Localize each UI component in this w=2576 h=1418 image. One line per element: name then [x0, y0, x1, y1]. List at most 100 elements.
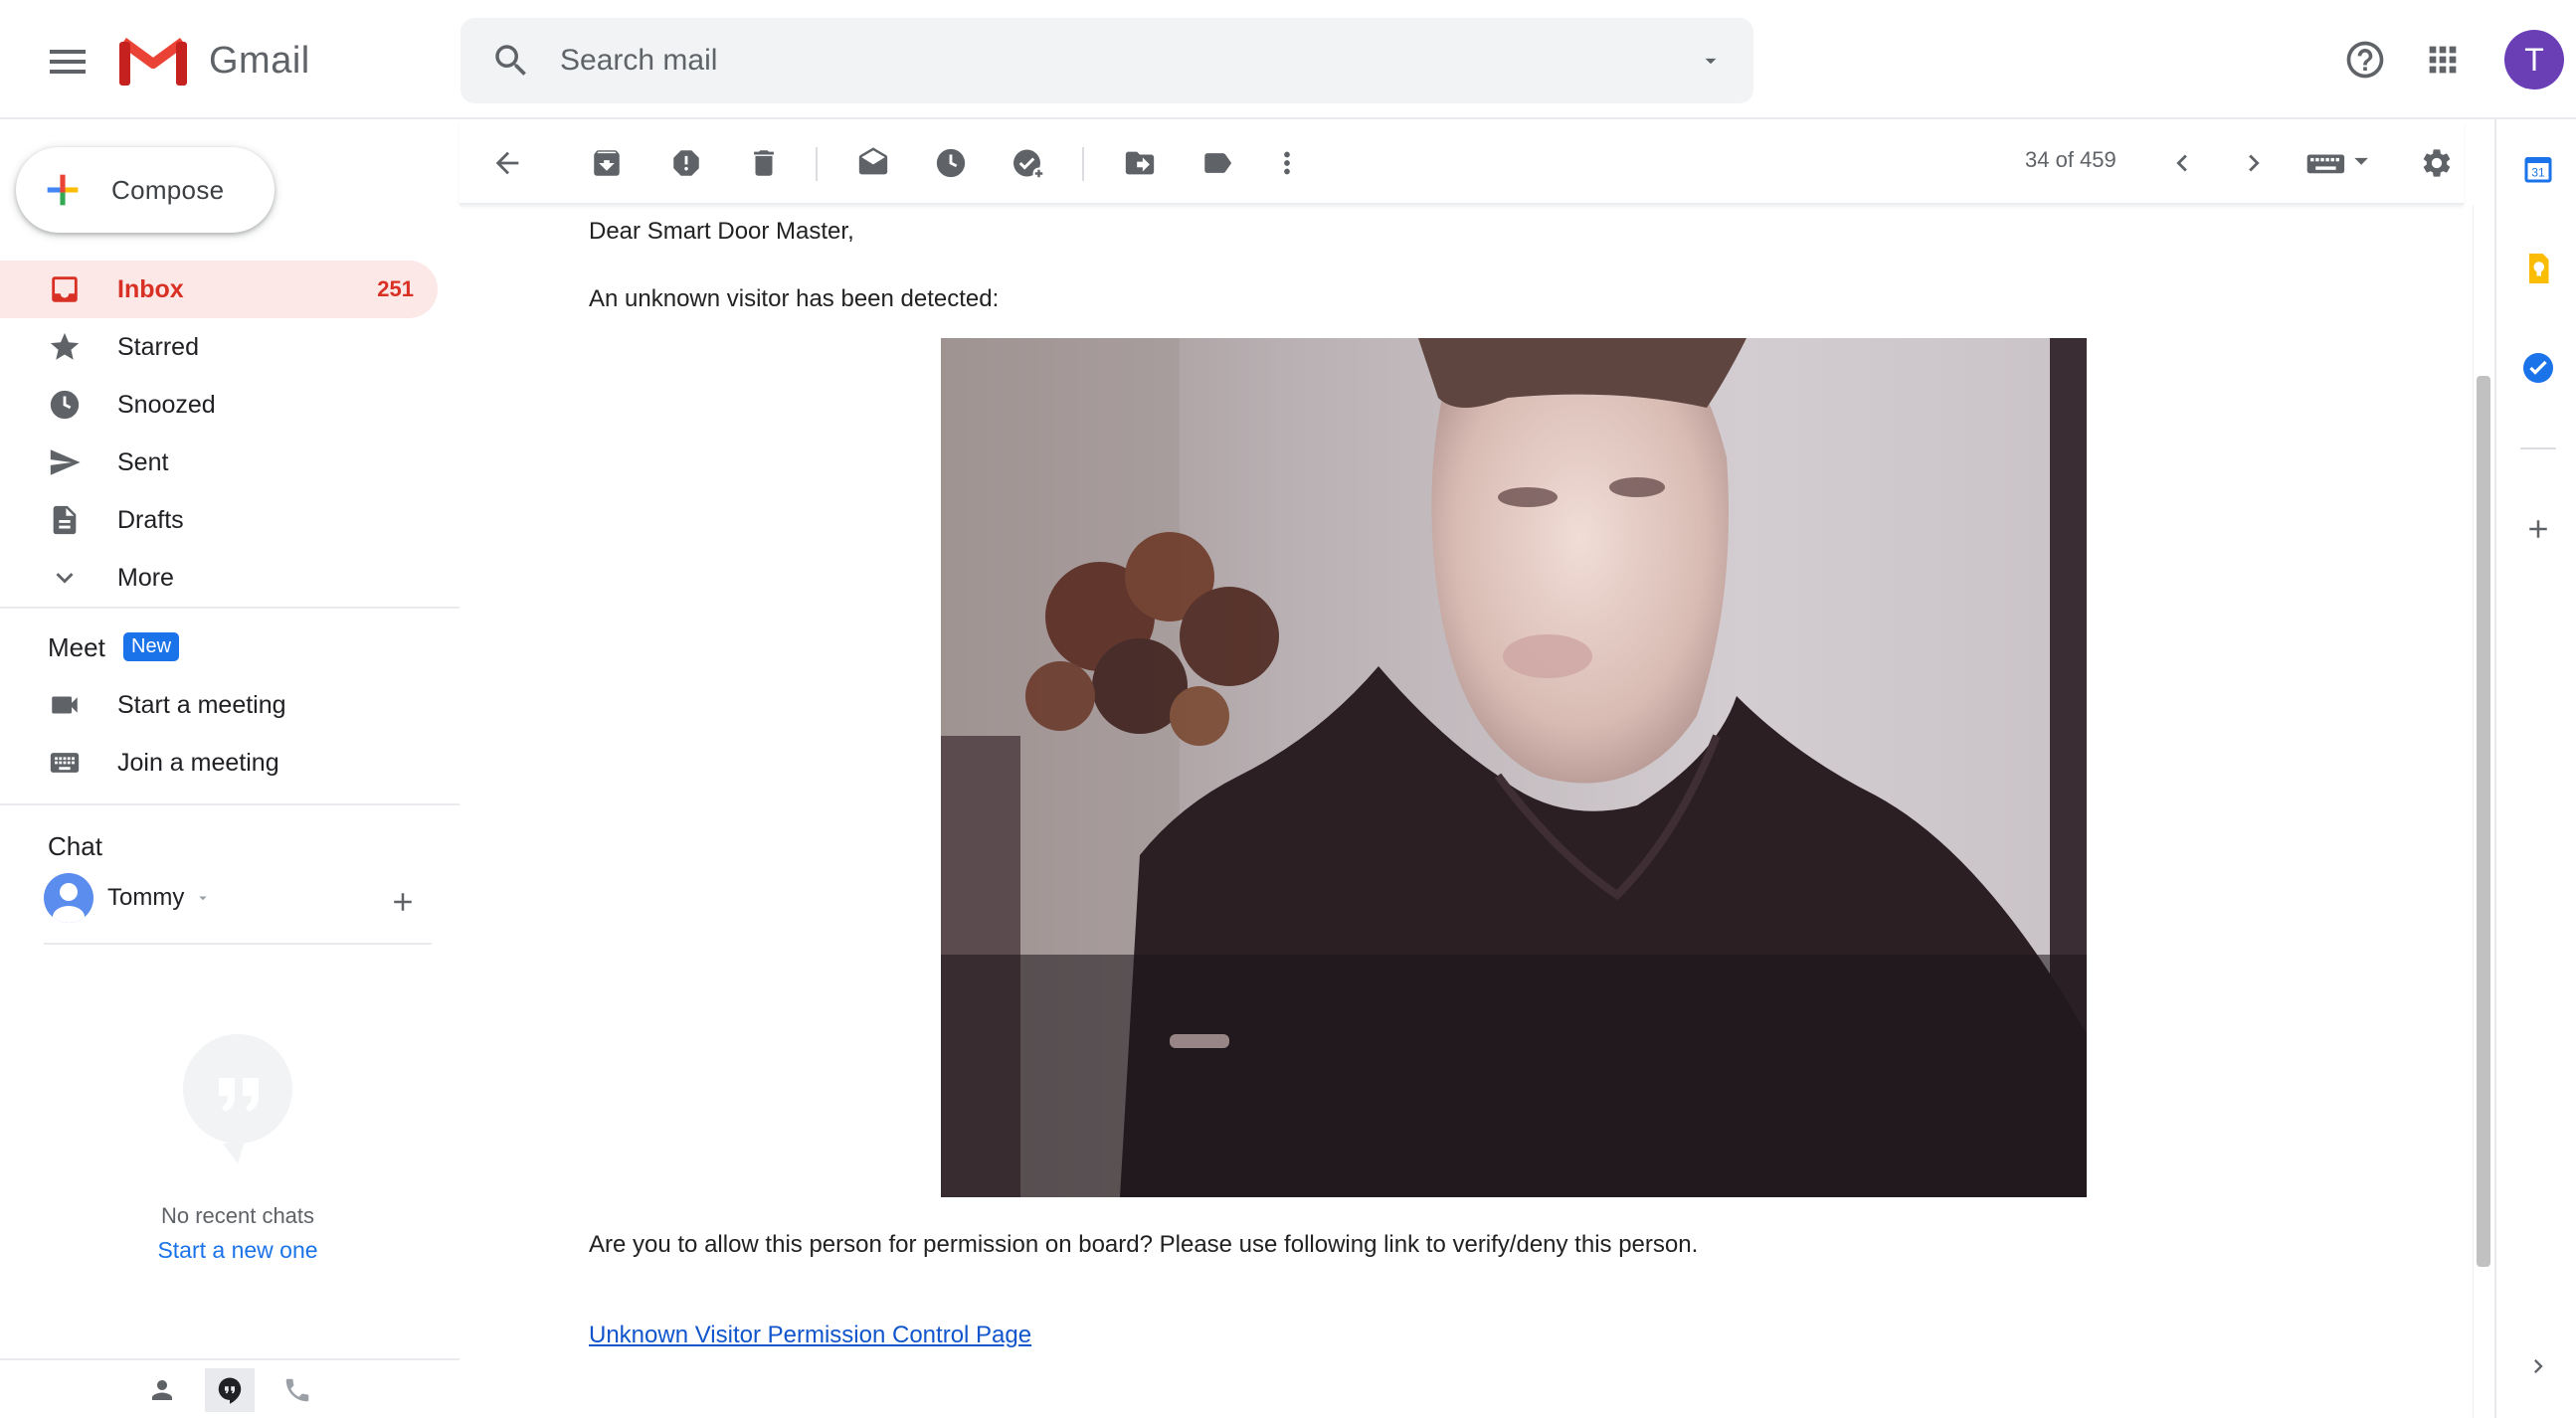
older-button[interactable] — [2232, 141, 2276, 185]
back-button[interactable] — [485, 141, 529, 185]
sidebar-item-more[interactable]: More — [0, 549, 438, 607]
report-spam-button[interactable] — [664, 141, 708, 185]
snooze-button[interactable] — [929, 141, 973, 185]
send-icon — [48, 445, 82, 479]
newer-button[interactable] — [2160, 141, 2204, 185]
chat-status-selector[interactable]: Tommy — [44, 873, 212, 923]
settings-button[interactable] — [2415, 141, 2459, 185]
tasks-button[interactable] — [2518, 348, 2558, 388]
scrollbar-thumb[interactable] — [2477, 376, 2490, 1267]
contacts-tab[interactable] — [137, 1368, 187, 1412]
move-to-button[interactable] — [1118, 141, 1162, 185]
message-toolbar: 34 of 459 — [460, 121, 2464, 205]
search-icon[interactable] — [490, 40, 532, 82]
compose-plus-icon — [47, 174, 79, 206]
hangouts-icon — [218, 1377, 242, 1404]
phone-tab[interactable] — [273, 1368, 322, 1412]
chevron-right-icon — [2534, 1359, 2543, 1373]
search-options-dropdown-icon[interactable] — [1698, 48, 1724, 74]
new-chat-plus-icon[interactable] — [388, 887, 418, 917]
arrow-back-icon — [495, 151, 519, 175]
hangouts-tab[interactable] — [205, 1368, 255, 1412]
get-addons-button[interactable] — [2518, 509, 2558, 549]
app-title: Gmail — [209, 39, 310, 82]
sidebar-item-sent[interactable]: Sent — [0, 434, 438, 491]
no-recent-chats-text: No recent chats — [160, 1203, 315, 1228]
person-icon — [152, 1380, 172, 1400]
visitor-snapshot-image — [941, 338, 2087, 1197]
sidebar-item-label: Snoozed — [117, 390, 216, 419]
chevron-down-icon — [48, 561, 82, 595]
more-options-button[interactable] — [1265, 141, 1309, 185]
sidebar-item-label: Drafts — [117, 505, 184, 534]
chat-section-title: Chat — [48, 831, 102, 861]
account-avatar[interactable]: T — [2504, 30, 2564, 89]
mark-unread-button[interactable] — [851, 141, 895, 185]
draft-icon — [48, 503, 82, 537]
archive-button[interactable] — [585, 141, 629, 185]
gear-icon — [2423, 149, 2451, 177]
sidebar-item-starred[interactable]: Starred — [0, 318, 438, 376]
archive-icon — [594, 150, 620, 176]
meet-section-title: Meet — [48, 632, 105, 662]
sidebar-item-snoozed[interactable]: Snoozed — [0, 376, 438, 434]
hamburger-menu-icon — [50, 50, 86, 74]
chevron-left-icon — [2176, 154, 2187, 172]
phone-icon — [285, 1378, 309, 1402]
toolbar-separator — [816, 147, 818, 181]
start-meeting-button[interactable]: Start a meeting — [48, 688, 286, 722]
sidebar-item-inbox[interactable]: Inbox 251 — [0, 261, 438, 318]
chat-user-avatar — [44, 873, 93, 923]
delete-button[interactable] — [742, 141, 786, 185]
search-bar[interactable] — [460, 18, 1753, 103]
trash-icon — [754, 150, 774, 176]
clock-icon — [936, 148, 966, 178]
add-task-icon — [1013, 149, 1045, 180]
start-new-chat-link[interactable]: Start a new one — [0, 1237, 475, 1264]
unread-count-badge: 251 — [377, 276, 414, 301]
inbox-icon — [48, 272, 82, 306]
calendar-button[interactable]: 31 — [2518, 149, 2558, 189]
show-side-panel-button[interactable] — [2518, 1346, 2558, 1386]
sidebar-item-drafts[interactable]: Drafts — [0, 491, 438, 549]
compose-button[interactable]: Compose — [16, 147, 275, 233]
sidebar-item-label: Starred — [117, 332, 199, 361]
add-to-tasks-button[interactable] — [1007, 141, 1050, 185]
sidebar-nav: Inbox 251 Starred Snoozed Sent Drafts Mo… — [0, 261, 438, 607]
start-meeting-label: Start a meeting — [117, 690, 286, 719]
join-meeting-button[interactable]: Join a meeting — [48, 746, 279, 780]
email-intro: An unknown visitor has been detected: — [589, 285, 1000, 312]
gmail-m-icon — [119, 37, 187, 86]
keyboard-icon — [48, 746, 82, 780]
sidebar-item-label: Sent — [117, 447, 169, 476]
labels-button[interactable] — [1196, 141, 1239, 185]
keyboard-dropdown-icon — [2306, 154, 2368, 174]
star-icon — [48, 330, 82, 364]
video-camera-icon — [48, 688, 82, 722]
support-button[interactable] — [2343, 38, 2387, 82]
google-apps-button[interactable] — [2423, 40, 2463, 80]
help-icon — [2346, 41, 2384, 79]
chat-bottom-bar — [0, 1358, 460, 1418]
caret-down-icon — [199, 896, 208, 901]
more-vert-icon — [1284, 151, 1290, 175]
side-panel: 31 — [2494, 119, 2576, 1418]
permission-control-link[interactable]: Unknown Visitor Permission Control Page — [589, 1322, 1031, 1349]
plus-icon — [2529, 520, 2547, 538]
hangouts-quote-icon — [183, 1034, 292, 1163]
label-icon — [1204, 153, 1232, 173]
gmail-logo[interactable]: Gmail — [119, 36, 310, 86]
top-header: Gmail T — [0, 0, 2576, 119]
sidebar-divider — [0, 803, 460, 805]
chat-divider — [44, 943, 432, 945]
visitor-photo[interactable] — [941, 338, 2087, 1197]
search-input[interactable] — [560, 38, 1604, 84]
mark-unread-icon — [858, 147, 888, 175]
email-greeting: Dear Smart Door Master, — [589, 218, 854, 245]
pagination-text: 34 of 459 — [2025, 147, 2116, 172]
main-menu-button[interactable] — [44, 38, 92, 86]
keep-button[interactable] — [2518, 249, 2558, 288]
sidebar-divider — [0, 607, 460, 609]
sidebar-item-label: More — [117, 563, 174, 592]
input-tools-button[interactable] — [2301, 141, 2377, 185]
